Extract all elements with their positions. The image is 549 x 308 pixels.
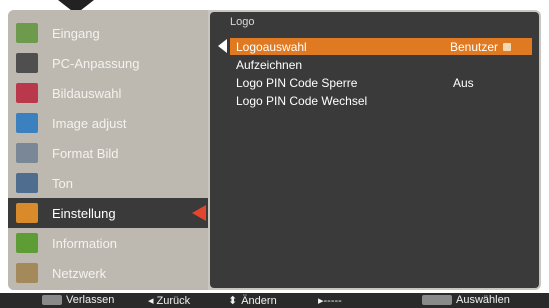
left-arrow-icon: ◂ (148, 295, 154, 307)
row-label: Logo PIN Code Wechsel (236, 93, 368, 108)
input-icon (16, 23, 38, 43)
sidebar-item-eingang[interactable]: Eingang (8, 18, 208, 48)
row-label: Logo PIN Code Sperre (236, 75, 358, 90)
menu-row-logoauswahl[interactable]: Logoauswahl Benutzer (218, 38, 532, 55)
osd-menu: Eingang PC-Anpassung Bildauswahl Image a… (8, 10, 541, 290)
row-value: Benutzer (450, 40, 512, 54)
screen-format-icon (16, 143, 38, 163)
menu-row-logo-pin-sperre[interactable]: Logo PIN Code Sperre Aus (230, 74, 532, 91)
row-value: Aus (453, 75, 474, 90)
sidebar-item-format-bild[interactable]: Format Bild (8, 138, 208, 168)
submenu-panel: Logo Logoauswahl Benutzer Aufzeichnen Lo… (210, 12, 539, 288)
sidebar-item-netzwerk[interactable]: Netzwerk (8, 258, 208, 288)
sidebar-menu: Eingang PC-Anpassung Bildauswahl Image a… (8, 10, 208, 290)
row-label: Logoauswahl (236, 39, 307, 54)
sidebar-item-label: Ton (52, 175, 73, 191)
footer-next: ▸----- (318, 295, 342, 307)
sidebar-item-label: Bildauswahl (52, 85, 122, 101)
sidebar-item-ton[interactable]: Ton (8, 168, 208, 198)
sidebar-item-label: Format Bild (52, 145, 119, 161)
footer-change: ⬍ Ändern (228, 294, 277, 308)
sidebar-item-bildauswahl[interactable]: Bildauswahl (8, 78, 208, 108)
settings-icon (16, 203, 38, 223)
selection-arrow-icon (218, 39, 227, 53)
info-icon (16, 233, 38, 253)
sidebar-item-pc-anpassung[interactable]: PC-Anpassung (8, 48, 208, 78)
active-item-marker-icon (192, 205, 206, 221)
sidebar-item-image-adjust[interactable]: Image adjust (8, 108, 208, 138)
sidebar-item-information[interactable]: Information (8, 228, 208, 258)
pc-icon (16, 53, 38, 73)
speaker-icon (16, 173, 38, 193)
network-icon (16, 263, 38, 283)
menu-row-aufzeichnen[interactable]: Aufzeichnen (230, 56, 532, 73)
sidebar-item-label: Einstellung (52, 205, 116, 221)
select-key-icon (422, 295, 452, 305)
sidebar-item-label: Netzwerk (52, 265, 107, 281)
sidebar-item-label: Information (52, 235, 118, 251)
sidebar-item-label: Image adjust (52, 115, 127, 131)
menu-row-logo-pin-wechsel[interactable]: Logo PIN Code Wechsel (230, 92, 532, 109)
sidebar-item-einstellung[interactable]: Einstellung (8, 198, 208, 228)
sidebar-item-label: PC-Anpassung (52, 55, 140, 71)
footer-exit: Verlassen (42, 294, 114, 306)
lock-icon (503, 43, 512, 52)
image-adjust-icon (16, 113, 38, 133)
image-select-icon (16, 83, 38, 103)
panel-title: Logo (230, 16, 255, 28)
footer-back: ◂ Zurück (148, 294, 191, 308)
sidebar-item-label: Eingang (52, 25, 100, 41)
footer-help-bar: Verlassen ◂ Zurück ⬍ Ändern ▸----- Auswä… (0, 293, 549, 308)
footer-select: Auswählen (422, 294, 510, 306)
row-label: Aufzeichnen (236, 57, 303, 72)
up-down-arrow-icon: ⬍ (228, 295, 238, 307)
menu-key-icon (42, 295, 62, 305)
